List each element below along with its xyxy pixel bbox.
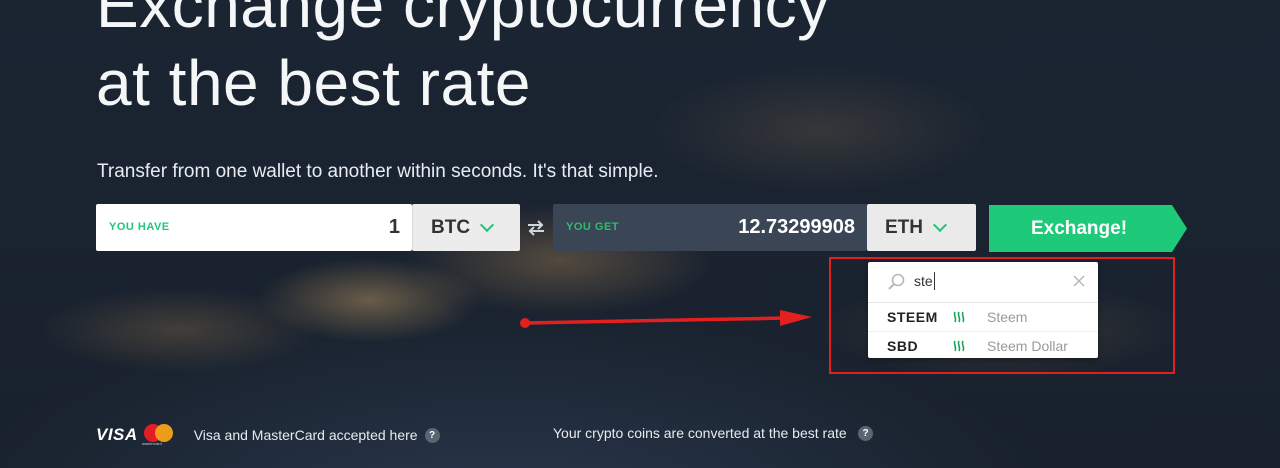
you-get-field: YOU GET 12.73299908	[553, 204, 867, 251]
best-rate-note: Your crypto coins are converted at the b…	[553, 425, 874, 443]
get-coin-select[interactable]: ETH	[867, 204, 976, 251]
visa-logo: VISA	[96, 425, 138, 444]
hero-subtitle: Transfer from one wallet to another with…	[97, 161, 659, 182]
you-get-label: YOU GET	[566, 221, 620, 233]
best-rate-text: Your crypto coins are converted at the b…	[553, 425, 847, 441]
exchange-button-label: Exchange!	[1030, 217, 1128, 239]
you-get-amount: 12.73299908	[738, 216, 855, 238]
chevron-down-icon	[932, 217, 948, 232]
hero-title-line2-bold: best rate	[277, 47, 531, 119]
annotation-arrow	[520, 310, 812, 328]
you-have-label: YOU HAVE	[109, 221, 170, 233]
you-have-field[interactable]: YOU HAVE 1	[96, 204, 412, 251]
mastercard-logo: mastercard	[142, 424, 174, 446]
cards-accepted-text: Visa and MasterCard accepted here	[193, 427, 418, 443]
help-icon[interactable]: ?	[424, 427, 440, 443]
accepted-cards: VISA mastercard Visa and MasterCard acce…	[96, 424, 440, 446]
get-coin-ticker: ETH	[885, 216, 923, 238]
hero-title-line2-light: at the	[96, 47, 278, 119]
exchange-button[interactable]: Exchange!	[989, 205, 1187, 252]
annotation-highlight-box	[829, 257, 1175, 374]
you-have-amount[interactable]: 1	[389, 216, 400, 239]
have-coin-ticker: BTC	[431, 216, 471, 238]
chevron-down-icon	[479, 217, 495, 232]
have-coin-select[interactable]: BTC	[412, 204, 520, 251]
hero-title-line1: Exchange cryptocurrency	[96, 0, 830, 41]
hero-title: Exchange cryptocurrency at the best rate	[96, 0, 830, 122]
help-icon[interactable]: ?	[858, 426, 874, 442]
swap-arrows-icon[interactable]	[525, 218, 547, 238]
